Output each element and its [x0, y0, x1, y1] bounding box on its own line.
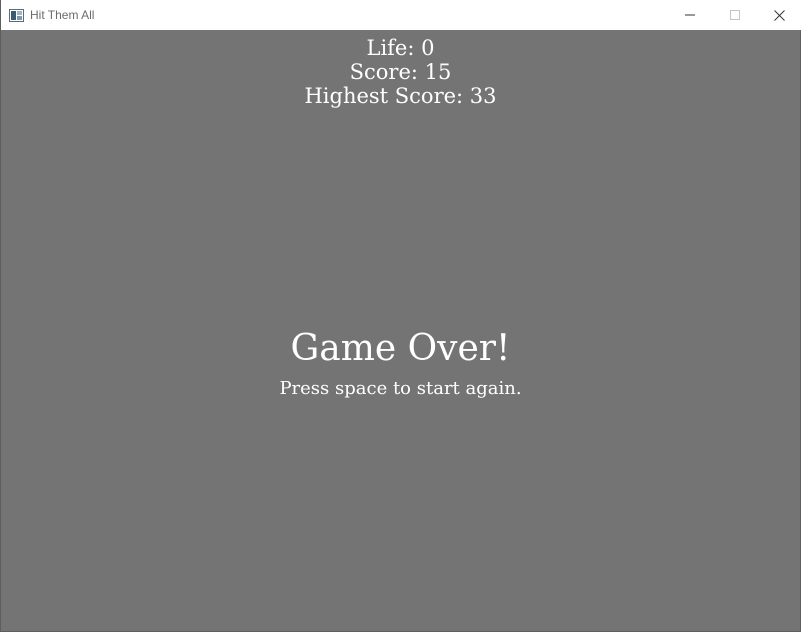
- maximize-button[interactable]: [712, 0, 757, 30]
- hud: Life: 0 Score: 15 Highest Score: 33: [1, 36, 800, 108]
- highest-score-counter: Highest Score: 33: [304, 84, 497, 108]
- app-window-icon: [9, 8, 24, 22]
- game-over-title: Game Over!: [290, 328, 511, 369]
- life-counter: Life: 0: [366, 36, 435, 60]
- title-bar[interactable]: Hit Them All: [1, 0, 801, 30]
- window-controls: [667, 0, 801, 30]
- minimize-button[interactable]: [667, 0, 712, 30]
- restart-instruction: Press space to start again.: [279, 378, 522, 399]
- close-icon: [774, 9, 785, 21]
- game-window: Hit Them All Life: 0 Score: 15 Highest S…: [0, 0, 801, 632]
- window-title: Hit Them All: [30, 8, 95, 22]
- maximize-icon: [729, 10, 740, 20]
- minimize-icon: [684, 14, 695, 16]
- game-canvas[interactable]: Life: 0 Score: 15 Highest Score: 33 Game…: [1, 30, 800, 631]
- score-counter: Score: 15: [349, 60, 452, 84]
- close-button[interactable]: [757, 0, 801, 30]
